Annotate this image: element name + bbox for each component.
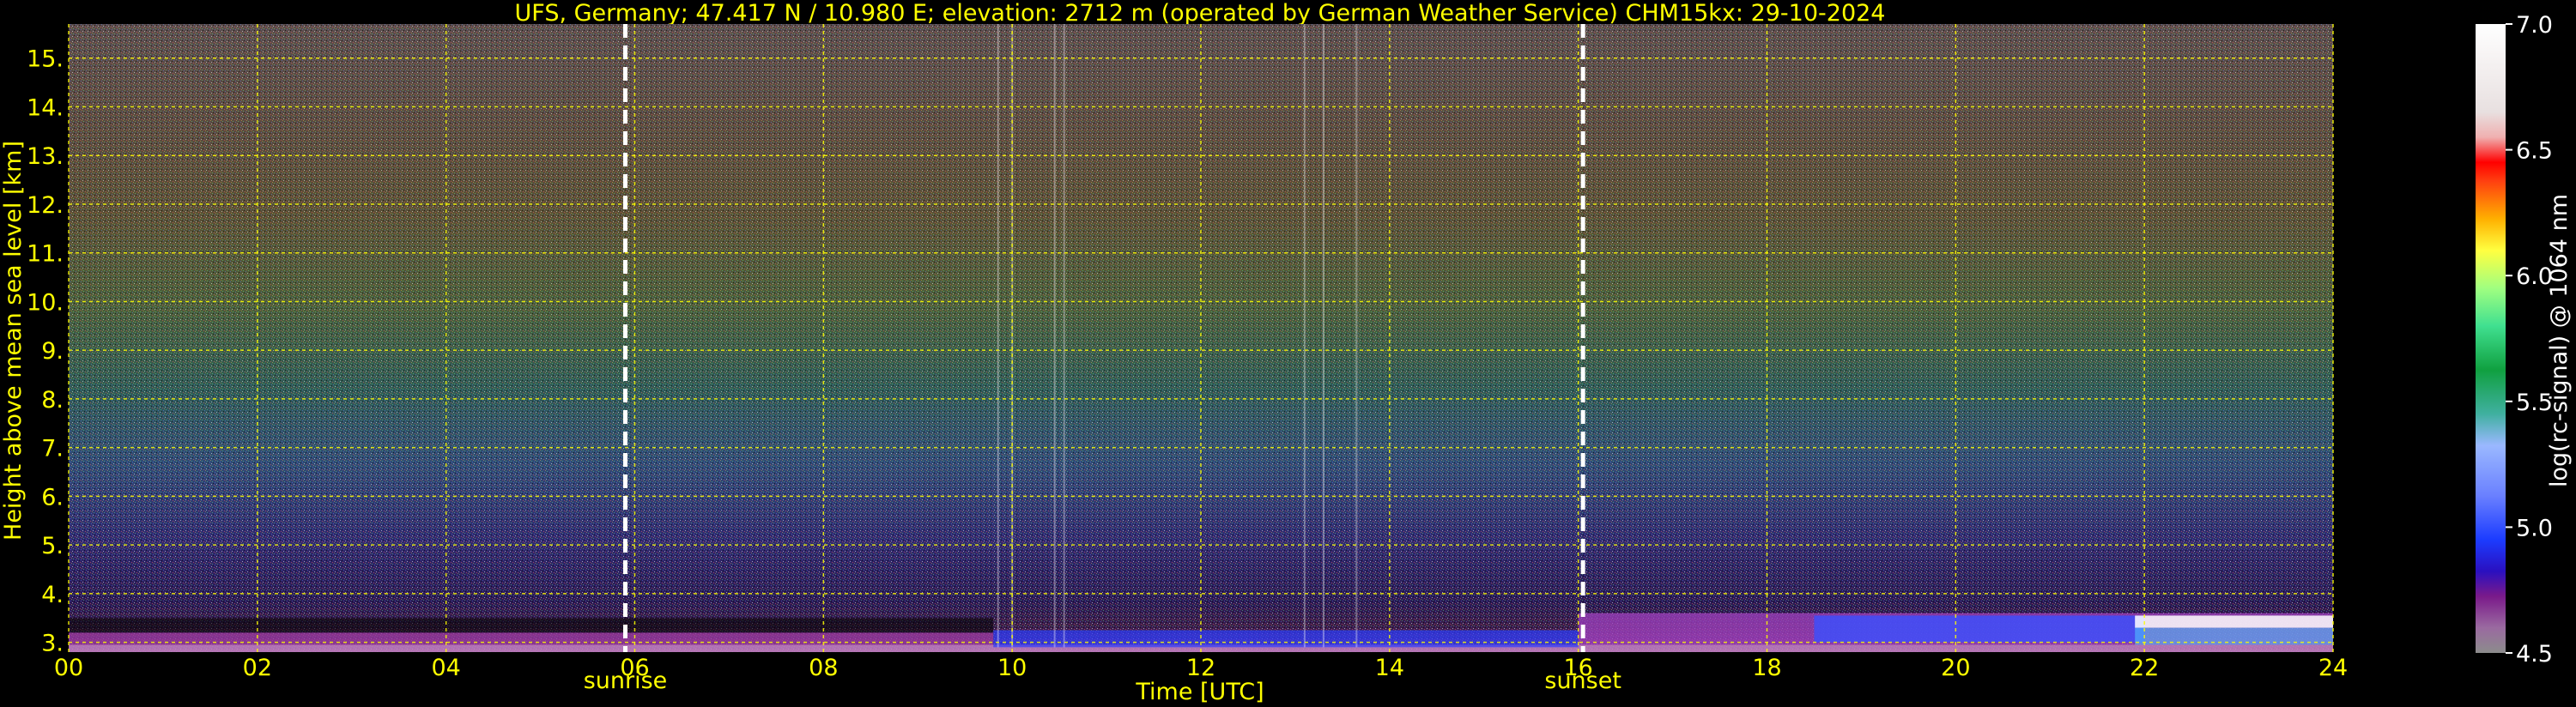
- chart-title: UFS, Germany; 47.417 N / 10.980 E; eleva…: [515, 0, 1886, 27]
- y-tick-label: 15.: [27, 46, 64, 73]
- x-tick-label: 04: [431, 655, 460, 681]
- x-tick-label: 14: [1375, 655, 1404, 681]
- x-tick-label: 22: [2130, 655, 2159, 681]
- y-axis-label: Height above mean sea level [km]: [0, 141, 27, 541]
- y-tick-label: 6.: [41, 484, 64, 511]
- colorbar-tick-label: 7.0: [2516, 12, 2553, 39]
- y-tick-label: 13.: [27, 143, 64, 170]
- y-tick-label: 12.: [27, 192, 64, 219]
- x-tick-label: 24: [2318, 655, 2348, 681]
- colorbar-label: log(rc-signal) @ 1064 nm: [2546, 194, 2573, 487]
- colorbar: 4.55.05.56.06.57.0 log(rc-signal) @ 1064…: [2476, 12, 2573, 668]
- colorbar-tick-label: 4.5: [2516, 641, 2553, 668]
- colorbar-tick-label: 6.5: [2516, 138, 2553, 165]
- x-tick-label: 02: [243, 655, 272, 681]
- event-label-sunset: sunset: [1544, 668, 1621, 694]
- y-tick-label: 5.: [41, 533, 64, 559]
- y-tick-label: 3.: [41, 631, 64, 657]
- x-tick-label: 12: [1186, 655, 1215, 681]
- morning-dark-layer: [69, 618, 994, 633]
- midday-layer: [993, 630, 1579, 648]
- y-tick-label: 4.: [41, 582, 64, 608]
- x-tick-label: 20: [1941, 655, 1970, 681]
- signal-noise: [69, 24, 2333, 652]
- event-label-sunrise: sunrise: [584, 668, 668, 694]
- y-tick-label: 7.: [41, 436, 64, 462]
- y-tick-label: 11.: [27, 241, 64, 268]
- x-tick-label: 18: [1752, 655, 1781, 681]
- colorbar-scale: [2476, 24, 2506, 653]
- y-tick-label: 10.: [27, 289, 64, 316]
- evening-blue-layer: [1814, 615, 2145, 643]
- x-tick-label: 00: [54, 655, 83, 681]
- y-tick-label: 14.: [27, 94, 64, 121]
- ceilometer-plot: UFS, Germany; 47.417 N / 10.980 E; eleva…: [0, 0, 2573, 705]
- colorbar-tick-label: 5.0: [2516, 515, 2553, 541]
- y-tick-label: 9.: [41, 338, 64, 365]
- plot-area: [68, 24, 2334, 652]
- x-tick-label: 08: [809, 655, 838, 681]
- event-labels: sunrise sunset: [584, 668, 1621, 694]
- y-tick-labels: 3. 4. 5. 6. 7. 8. 9. 10. 11. 12. 13. 14. 15.: [27, 46, 64, 657]
- x-tick-label: 10: [997, 655, 1027, 681]
- y-tick-label: 8.: [41, 387, 64, 414]
- x-axis-label: Time [UTC]: [1135, 679, 1264, 705]
- x-tick-labels: 00 02 04 06 08 10 12 14 16 18 20 22 24: [54, 655, 2348, 681]
- night-top-layer: [2135, 615, 2333, 628]
